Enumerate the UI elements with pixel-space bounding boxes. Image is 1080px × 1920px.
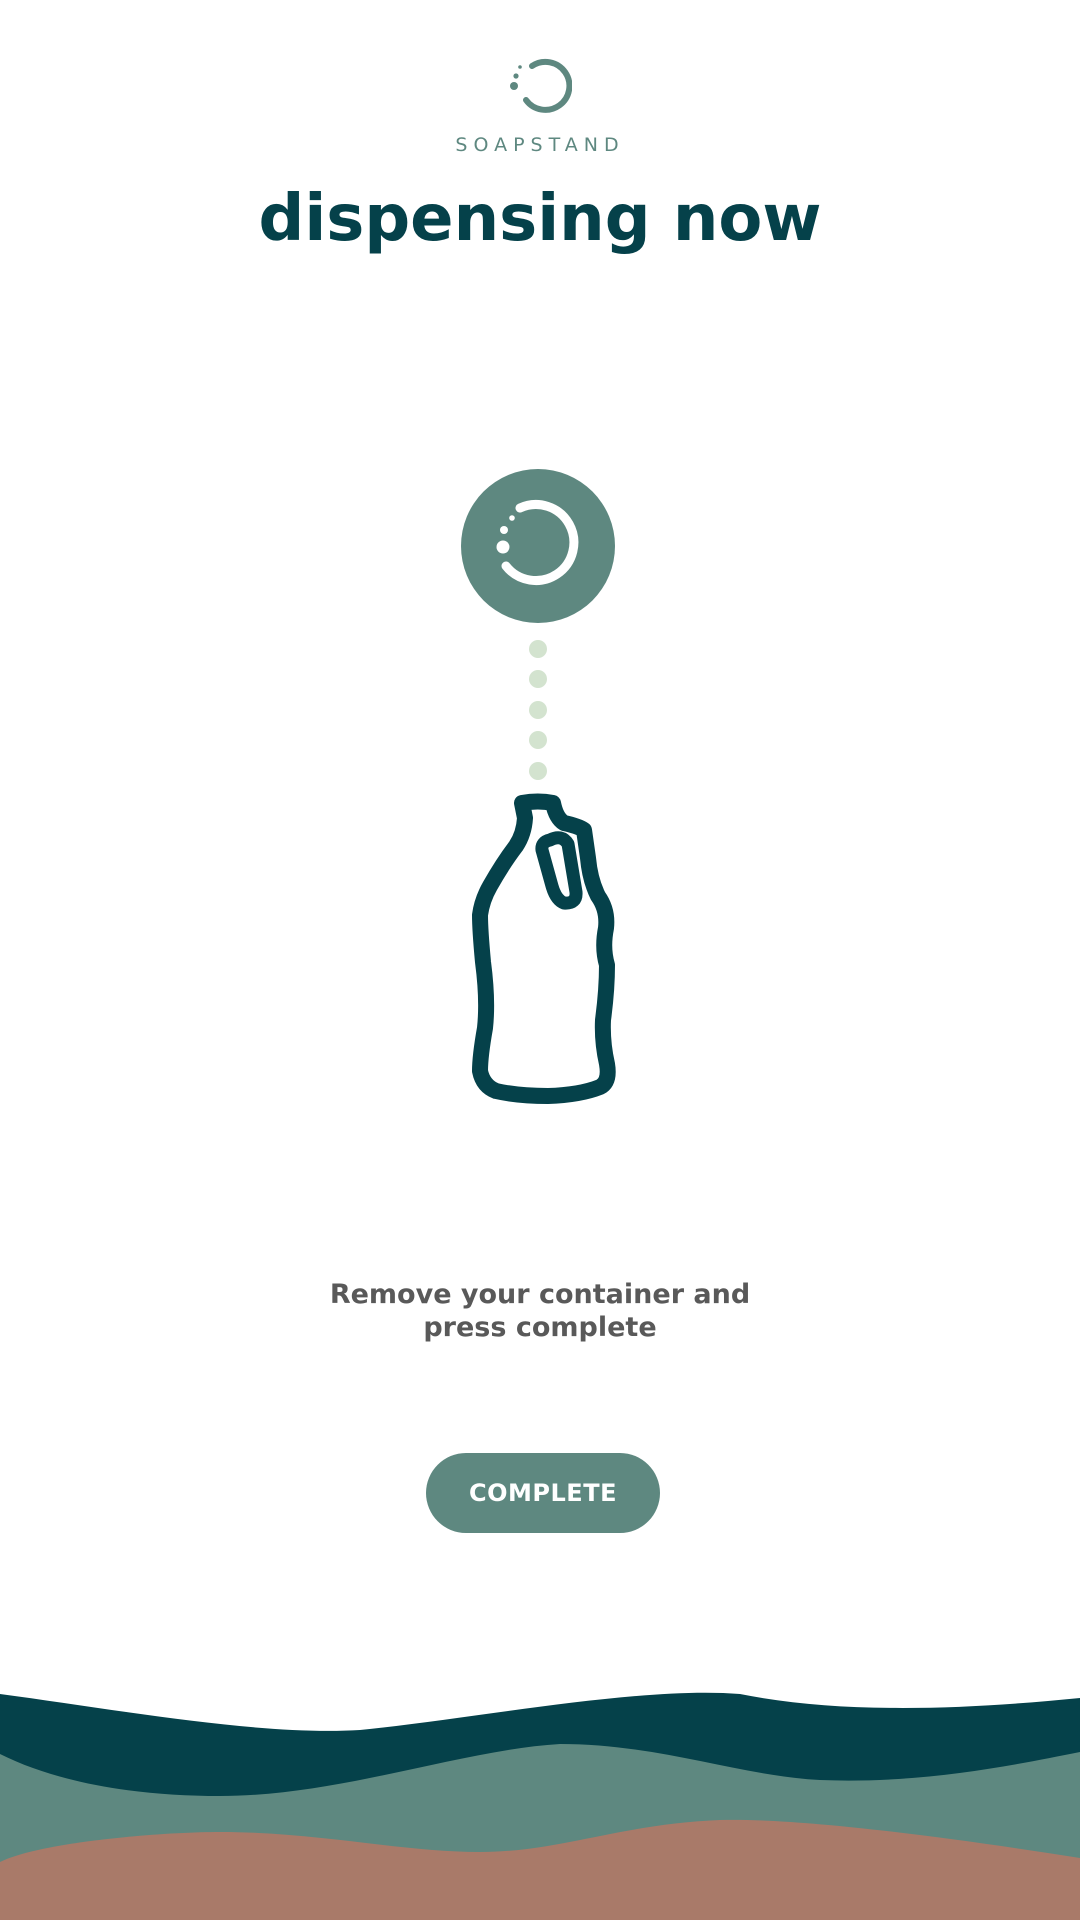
dispenser-icon (461, 469, 615, 623)
bottle-icon (472, 793, 616, 1104)
page-title: dispensing now (258, 182, 822, 256)
soapstand-logo-icon (510, 58, 572, 113)
brand-name: SOAPSTAND (455, 134, 625, 156)
decorative-waves (0, 1692, 1080, 1920)
instruction-line-2: press complete (423, 1312, 657, 1343)
soap-drop-dots (529, 640, 547, 780)
instruction-text: Remove your container and press complete (0, 1278, 1080, 1344)
dispensing-illustration (461, 469, 616, 1104)
instruction-line-1: Remove your container and (329, 1279, 751, 1310)
complete-button[interactable]: COMPLETE (426, 1453, 660, 1533)
